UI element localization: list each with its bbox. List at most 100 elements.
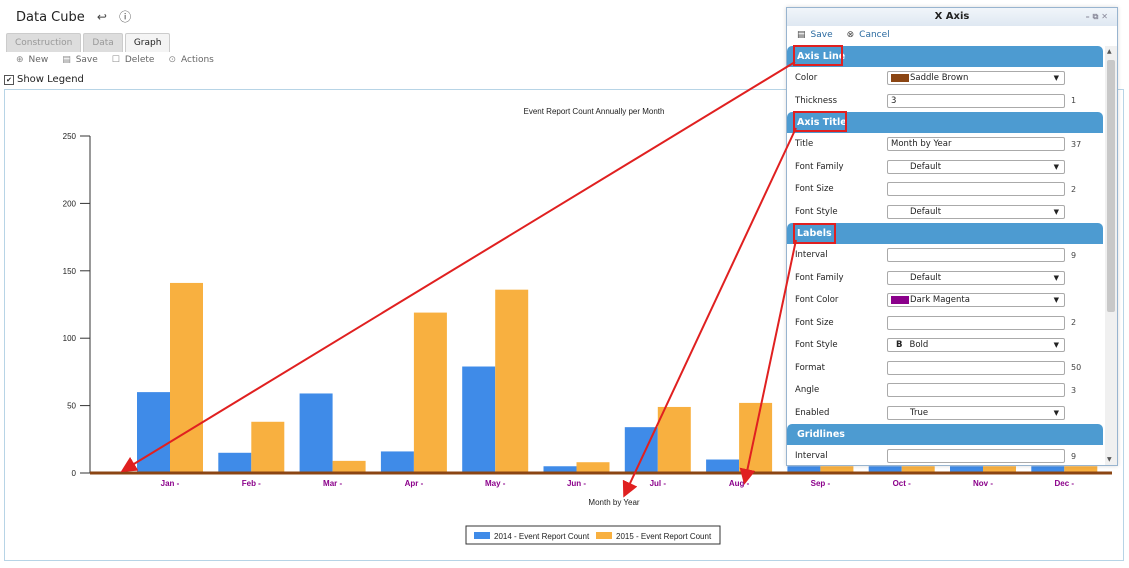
dialog-cancel-label: Cancel [859,30,890,40]
field-label: Color [795,73,818,84]
y-tick-label: 250 [63,132,77,141]
legend-swatch [596,532,612,539]
labels-font-family-select[interactable]: Default ▼ [887,270,1065,285]
bar-2015 [657,406,691,473]
field-label: Font Style [795,206,838,217]
dialog-scrollbar[interactable]: ▲ ▼ [1105,46,1117,465]
axis-line-color-select[interactable]: Saddle Brown ▼ [887,71,1065,86]
row-title-font-family: Font Family Default ▼ [787,156,1103,179]
field-label: Format [795,362,825,373]
x-tick-label: Jan - [161,479,180,488]
restore-icon[interactable]: ⧉ [1093,12,1102,21]
dropdown-arrow-icon: ▼ [1053,74,1059,83]
x-tick-label: Jul - [650,479,667,488]
gridlines-interval-input[interactable] [887,449,1065,464]
y-tick-label: 100 [63,334,77,343]
labels-enabled-select[interactable]: True ▼ [887,405,1065,420]
x-tick-label: Aug - [729,479,750,488]
char-count: 2 [1071,318,1077,328]
dialog-title: X Axis [934,11,970,22]
dropdown-arrow-icon: ▼ [1053,207,1059,216]
close-icon[interactable]: ✕ [1101,12,1111,21]
dialog-cancel-button[interactable]: ⊗ Cancel [847,30,890,40]
dropdown-arrow-icon: ▼ [1053,162,1059,171]
field-label: Font Size [795,317,834,328]
axis-title-input[interactable]: Month by Year [887,137,1065,152]
bar-2015 [170,282,203,473]
x-tick-label: May - [485,479,506,488]
bar-2014 [462,366,496,473]
x-tick-label: Mar - [323,479,342,488]
x-tick-label: Sep - [811,479,831,488]
dialog-titlebar[interactable]: X Axis –⧉✕ [787,8,1117,26]
section-gridlines[interactable]: Gridlines [787,424,1103,445]
dropdown-arrow-icon: ▼ [1053,408,1059,417]
scroll-up-icon[interactable]: ▲ [1107,48,1112,55]
labels-font-color-select[interactable]: Dark Magenta ▼ [887,293,1065,308]
y-tick-label: 200 [63,199,77,208]
axis-line-thickness-input[interactable]: 3 [887,93,1065,108]
x-tick-label: Nov - [973,479,993,488]
field-label: Angle [795,385,820,396]
row-labels-font-size: Font Size 2 [787,312,1103,335]
field-label: Enabled [795,407,830,418]
x-tick-label: Feb - [242,479,261,488]
cancel-icon: ⊗ [846,30,855,40]
legend-swatch [474,532,490,539]
chart-title: Event Report Count Annually per Month [524,107,665,116]
labels-font-style-select[interactable]: B Bold ▼ [887,338,1065,353]
row-labels-angle: Angle 3 [787,379,1103,402]
bold-icon: B [896,340,903,351]
bar-2015 [332,460,366,473]
legend-label: 2014 - Event Report Count [494,532,590,541]
select-value: Default [910,161,942,172]
highlight-axis-line [793,45,843,66]
highlight-labels [793,223,836,244]
bar-2014 [624,427,658,473]
char-count: 9 [1071,250,1077,260]
dialog-save-button[interactable]: ▤ Save [797,30,833,40]
minimize-icon[interactable]: – [1086,12,1093,21]
scroll-thumb[interactable] [1107,60,1115,312]
floppy-icon: ▤ [797,30,806,40]
row-labels-interval: Interval 9 [787,244,1103,267]
field-label: Font Color [795,295,839,306]
field-label: Interval [795,250,828,261]
title-font-family-select[interactable]: Default ▼ [887,159,1065,174]
row-axis-title: Title Month by Year 37 [787,133,1103,156]
y-tick-label: 50 [67,402,76,411]
window-controls: –⧉✕ [1086,8,1111,26]
char-count: 37 [1071,139,1082,149]
char-count: 50 [1071,363,1082,373]
bar-2015 [251,421,285,473]
title-font-size-input[interactable] [887,182,1065,197]
labels-format-input[interactable] [887,360,1065,375]
y-tick-label: 0 [72,469,77,478]
color-swatch [891,296,909,305]
row-title-font-size: Font Size 2 [787,178,1103,201]
select-value: Default [910,272,942,283]
bar-2015 [576,462,610,473]
row-axis-line-thickness: Thickness 3 1 [787,90,1103,113]
bar-2014 [380,451,414,473]
field-label: Font Family [795,272,844,283]
field-label: Font Family [795,161,844,172]
x-tick-label: Dec - [1055,479,1075,488]
dropdown-arrow-icon: ▼ [1053,296,1059,305]
color-swatch [891,74,909,83]
y-tick-label: 150 [63,267,77,276]
labels-angle-input[interactable] [887,383,1065,398]
highlight-axis-title [793,111,847,132]
labels-font-size-input[interactable] [887,315,1065,330]
char-count: 3 [1071,385,1077,395]
bar-2014 [137,392,170,473]
row-labels-font-color: Font Color Dark Magenta ▼ [787,289,1103,312]
field-label: Thickness [795,95,838,106]
scroll-down-icon[interactable]: ▼ [1107,456,1112,463]
field-label: Title [795,139,814,150]
title-font-style-select[interactable]: Default ▼ [887,204,1065,219]
select-value: Dark Magenta [910,295,970,306]
labels-interval-input[interactable] [887,248,1065,263]
row-gridlines-interval: Interval 9 [787,445,1103,465]
dialog-save-label: Save [810,30,833,40]
